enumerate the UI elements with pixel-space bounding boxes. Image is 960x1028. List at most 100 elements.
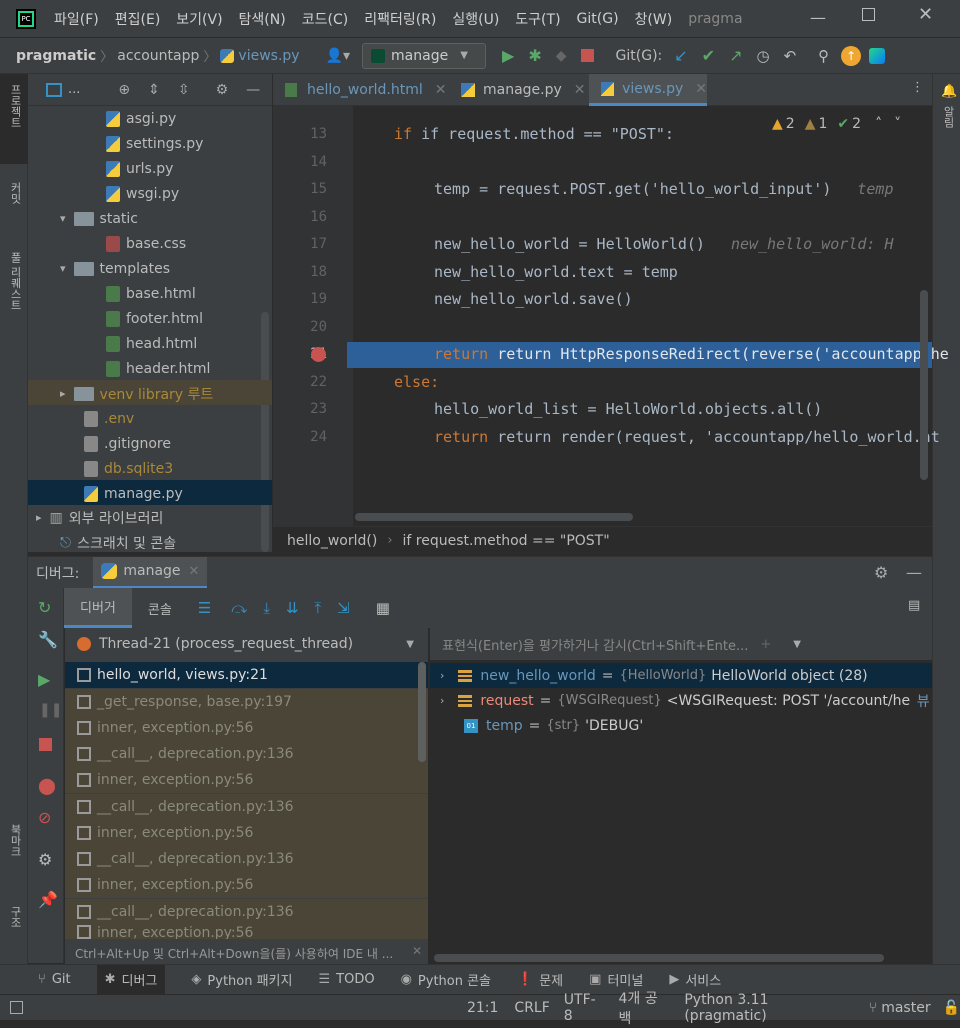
frames-scrollbar[interactable]: [418, 662, 426, 762]
tree-item-static[interactable]: ▾ static: [60, 206, 138, 231]
toggle-tool-windows-icon[interactable]: [10, 1001, 23, 1014]
close-icon[interactable]: ✕: [412, 944, 422, 958]
git-update-icon[interactable]: ↙: [674, 46, 687, 65]
chevron-down-icon[interactable]: ▾: [60, 212, 66, 225]
coverage-icon[interactable]: ◆: [556, 48, 567, 64]
frame-item[interactable]: __call__, deprecation.py:136: [65, 794, 428, 820]
step-into-icon[interactable]: ⤓: [263, 599, 270, 617]
editor-vscrollbar[interactable]: [920, 290, 928, 480]
status-position[interactable]: 21:1: [467, 1000, 498, 1016]
resume-icon[interactable]: ▶: [38, 670, 50, 689]
tab-views-py[interactable]: views.py ✕: [589, 74, 707, 106]
menu-view[interactable]: 보기(V): [176, 9, 222, 29]
crumb-if[interactable]: if request.method == "POST": [403, 533, 610, 549]
nav-crumb-project[interactable]: pragmatic: [16, 48, 96, 64]
menu-window[interactable]: 창(W): [635, 9, 673, 29]
stop-icon[interactable]: [580, 49, 594, 62]
expand-all-icon[interactable]: ⇕: [148, 82, 160, 98]
add-watch-icon[interactable]: +: [760, 637, 771, 652]
frame-item[interactable]: _get_response, base.py:197: [65, 689, 428, 715]
close-icon[interactable]: ✕: [189, 564, 200, 579]
chevron-up-icon[interactable]: ˄: [875, 116, 882, 132]
frame-item[interactable]: hello_world, views.py:21: [65, 662, 428, 688]
menu-tools[interactable]: 도구(T): [515, 9, 560, 29]
tab-console[interactable]: 콘솔: [132, 588, 188, 628]
menu-navigate[interactable]: 탐색(N): [239, 9, 286, 29]
more-tabs-icon[interactable]: ⋮: [911, 80, 924, 95]
menu-run[interactable]: 실행(U): [452, 9, 499, 29]
frame-item[interactable]: inner, exception.py:56: [65, 767, 428, 793]
tree-item-base-html[interactable]: base.html: [106, 281, 196, 306]
tool-tab-todo[interactable]: ☰ TODO: [318, 972, 374, 987]
git-commit-icon[interactable]: ✔: [702, 46, 715, 65]
debug-icon[interactable]: ✱: [528, 46, 541, 65]
close-window-button[interactable]: ✕: [918, 4, 933, 25]
menu-file[interactable]: 파일(F): [54, 9, 99, 29]
tree-item-wsgi[interactable]: wsgi.py: [106, 181, 179, 206]
project-scrollbar[interactable]: [261, 312, 269, 552]
status-branch[interactable]: master: [881, 1000, 930, 1016]
search-icon[interactable]: ⚲: [818, 47, 829, 65]
settings-icon[interactable]: ⚙: [38, 850, 52, 869]
tree-item-base-css[interactable]: base.css: [106, 231, 186, 256]
chevron-right-icon[interactable]: ›: [440, 669, 444, 682]
history-icon[interactable]: ◷: [756, 47, 769, 65]
wrench-icon[interactable]: 🔧: [38, 630, 58, 649]
thread-selector[interactable]: Thread-21 (process_request_thread) ▼: [65, 628, 428, 660]
breakpoint-icon[interactable]: [311, 347, 326, 362]
pull-requests-tool-button[interactable]: 풀 리퀘스트: [7, 252, 23, 311]
variable-row[interactable]: 01 temp = {str} 'DEBUG': [430, 713, 932, 738]
tab-hello-world-html[interactable]: hello_world.html ✕: [273, 74, 449, 106]
frame-item[interactable]: __call__, deprecation.py:136: [65, 741, 428, 767]
frame-item[interactable]: inner, exception.py:56: [65, 872, 428, 898]
status-line-separator[interactable]: CRLF: [514, 1000, 549, 1016]
crumb-function[interactable]: hello_world(): [287, 533, 377, 549]
mute-breakpoints-icon[interactable]: ⊘: [38, 808, 51, 827]
structure-tool-button[interactable]: 구조: [7, 906, 23, 928]
tool-tab-git[interactable]: ⑂ Git: [38, 972, 71, 987]
chevron-down-icon[interactable]: ▾: [60, 262, 66, 275]
stop-icon[interactable]: [39, 738, 52, 751]
update-icon[interactable]: ↑: [841, 45, 862, 66]
tab-debugger[interactable]: 디버거: [64, 588, 132, 628]
git-push-icon[interactable]: ↗: [729, 46, 742, 65]
inspection-widget[interactable]: ▲ 2 ▲ 1 ✔ 2 ˄ ˅: [772, 116, 901, 132]
step-over-icon[interactable]: ⤼: [231, 599, 247, 617]
tree-item-urls[interactable]: urls.py: [106, 156, 173, 181]
tool-tab-problems[interactable]: ❗ 문제: [517, 970, 563, 989]
close-icon[interactable]: ✕: [695, 81, 707, 97]
rollback-icon[interactable]: ↶: [784, 47, 797, 65]
pin-icon[interactable]: 📌: [38, 890, 58, 909]
minimize-button[interactable]: —: [810, 8, 826, 27]
vars-hscrollbar[interactable]: [434, 954, 884, 962]
tool-tab-services[interactable]: ▶ 서비스: [669, 970, 721, 989]
editor-hscrollbar[interactable]: [355, 513, 633, 521]
restore-layout-icon[interactable]: ▤: [908, 598, 920, 613]
tool-tab-python-packages[interactable]: ◈ Python 패키지: [191, 970, 292, 989]
project-view-label[interactable]: ...: [68, 82, 80, 97]
variable-row[interactable]: › new_hello_world = {HelloWorld} HelloWo…: [430, 663, 932, 688]
menu-git[interactable]: Git(G): [577, 11, 619, 27]
evaluate-expression-input[interactable]: 표현식(Enter)을 평가하거나 감시(Ctrl+Shift+Ente... …: [430, 628, 932, 660]
gear-icon[interactable]: ⚙: [874, 563, 888, 582]
nav-crumb-app[interactable]: accountapp: [117, 48, 199, 64]
pause-icon[interactable]: ❚❚: [39, 702, 62, 718]
close-icon[interactable]: ✕: [435, 82, 447, 98]
tree-item-footer-html[interactable]: footer.html: [106, 306, 203, 331]
collapse-all-icon[interactable]: ⇳: [178, 82, 190, 98]
menu-edit[interactable]: 편집(E): [115, 9, 161, 29]
frame-item[interactable]: __call__, deprecation.py:136: [65, 846, 428, 872]
tree-item-manage[interactable]: manage.py: [84, 481, 183, 506]
bell-icon[interactable]: 🔔: [941, 84, 957, 99]
frame-item[interactable]: inner, exception.py:56: [65, 715, 428, 741]
frame-item[interactable]: __call__, deprecation.py:136: [65, 899, 428, 925]
jetbrains-icon[interactable]: [869, 47, 886, 64]
locate-icon[interactable]: ⊕: [118, 82, 130, 98]
status-encoding[interactable]: UTF-8: [564, 992, 605, 1024]
frame-item[interactable]: inner, exception.py:56: [65, 820, 428, 846]
run-to-cursor-icon[interactable]: ⇲: [337, 599, 350, 617]
tree-item-settings[interactable]: settings.py: [106, 131, 203, 156]
tree-item-templates[interactable]: ▾ templates: [60, 256, 170, 281]
view-breakpoints-icon[interactable]: ⬤: [38, 776, 56, 795]
editor-area[interactable]: [273, 74, 932, 552]
